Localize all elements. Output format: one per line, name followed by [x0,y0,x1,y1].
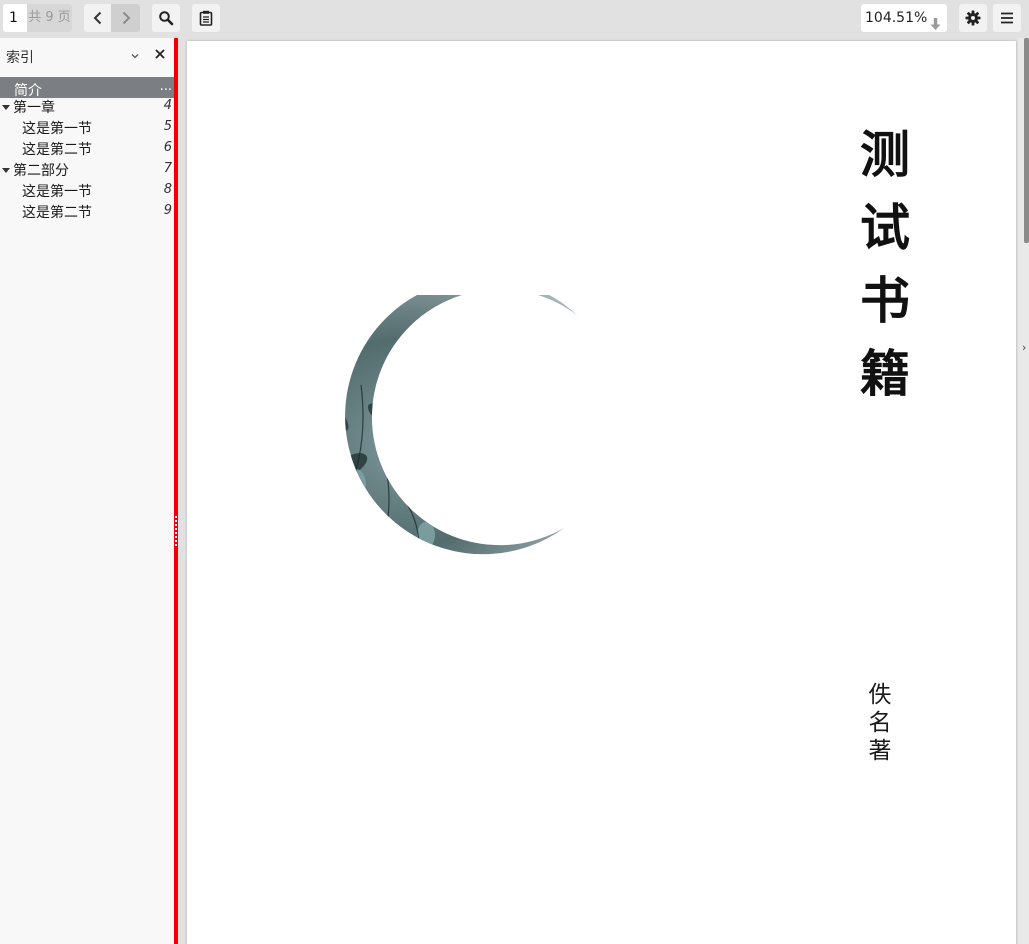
previous-page-button[interactable] [84,4,111,32]
toc-item-page: 9 [163,203,172,218]
toc-item-label: 这是第二节 [22,142,92,158]
grip-dots-icon [175,516,177,548]
crescent-moon-image [345,295,578,555]
toc-item-label: 这是第二节 [22,205,92,221]
toc-item-page: ... [159,79,172,94]
toc-item-section[interactable]: 这是第二节 9 [0,203,174,224]
next-page-button[interactable] [111,4,140,32]
search-icon [158,10,174,26]
page-total-label: 共 9 页 [27,4,72,32]
toc-item-page: 6 [163,140,172,155]
zoom-select[interactable]: 104.51% [861,4,947,32]
expand-triangle-icon[interactable] [2,105,10,110]
toc-sidebar: 索引 简介 ... 第一章 4 这是第一节 5 这是第二节 6 第二部分 7 这… [0,38,174,944]
toc-item-label: 这是第一节 [22,184,92,200]
cover-author-char: 名 [868,710,892,736]
document-page: 测 试 书 籍 佚 名 著 [187,41,1016,944]
toc-item-page: 8 [163,182,172,197]
toc-item-section[interactable]: 这是第一节 8 [0,182,174,203]
gear-icon [965,10,981,26]
scrollbar-thumb[interactable] [1024,38,1029,243]
chevron-right-icon[interactable]: › [1022,342,1026,353]
toc-item-intro[interactable]: 简介 ... [0,77,174,98]
search-button[interactable] [152,4,180,32]
cover-author-char: 著 [868,738,892,764]
hamburger-menu-icon [1000,12,1014,24]
page-number-input[interactable] [3,4,27,32]
toc-item-part-2[interactable]: 第二部分 7 [0,161,174,182]
notes-button[interactable] [192,4,220,32]
toc-item-page: 4 [163,98,172,113]
chevron-left-icon [92,11,104,25]
cover-author-char: 佚 [868,682,892,708]
toc-item-label: 这是第一节 [22,121,92,137]
toc-item-label: 第一章 [13,100,55,116]
clipboard-icon [199,10,213,26]
cover-title-char: 籍 [860,344,910,403]
chevron-down-icon[interactable] [128,48,142,62]
toc-item-label: 简介 [14,83,42,98]
toc-item-page: 5 [163,119,172,134]
chevron-right-icon [120,11,132,25]
document-viewer[interactable]: 测 试 书 籍 佚 名 著 [178,38,1029,944]
arrow-down-icon[interactable] [930,12,941,40]
cover-title-char: 试 [860,198,910,257]
toc-item-section[interactable]: 这是第二节 6 [0,140,174,161]
expand-triangle-icon[interactable] [2,168,10,173]
toc-item-label: 第二部分 [13,163,69,179]
toc-item-page: 7 [163,161,172,176]
menu-button[interactable] [993,4,1021,32]
zoom-value: 104.51% [865,10,928,26]
toolbar: 共 9 页 104.51% [0,0,1029,38]
cover-title-char: 书 [860,271,910,330]
cover-title: 测 试 书 籍 [855,118,915,410]
cover-title-char: 测 [860,125,910,184]
close-icon[interactable] [152,46,168,62]
sidebar-header: 索引 [0,38,174,74]
toc-item-chapter-1[interactable]: 第一章 4 [0,98,174,119]
vertical-scrollbar[interactable] [1018,38,1029,944]
sidebar-title: 索引 [6,50,34,66]
settings-button[interactable] [959,4,987,32]
cover-author: 佚 名 著 [865,681,895,765]
toc-item-section[interactable]: 这是第一节 5 [0,119,174,140]
